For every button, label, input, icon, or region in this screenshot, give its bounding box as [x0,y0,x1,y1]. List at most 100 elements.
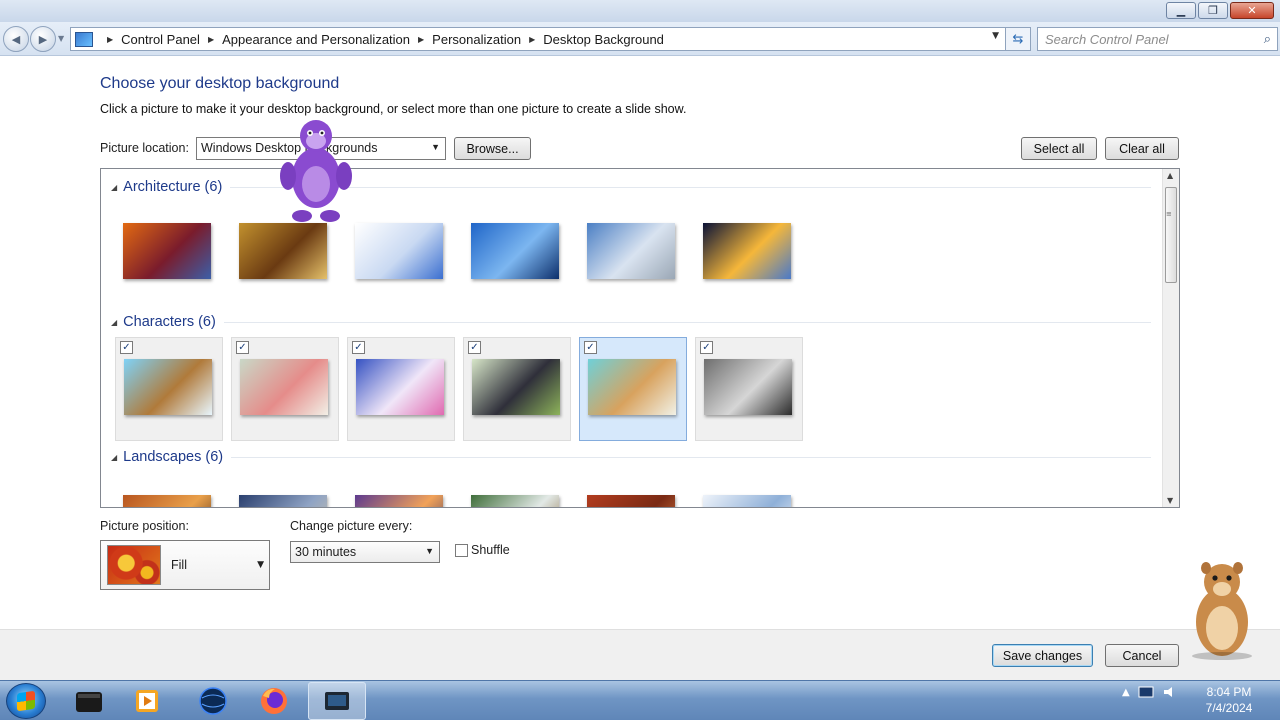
wallpaper-thumbnail [587,223,675,279]
wallpaper-tile[interactable] [231,217,339,321]
wallpaper-tile[interactable] [231,489,339,507]
wallpaper-tile[interactable] [695,489,803,507]
clear-all-button[interactable]: Clear all [1105,137,1179,160]
chevron-right-icon[interactable]: ▶ [107,35,113,44]
black-box-app-icon [76,692,102,712]
collapse-triangle-icon[interactable]: ◢ [111,318,117,327]
wallpaper-tile[interactable]: ✓ [231,337,339,441]
globe-icon [199,687,227,715]
wallpaper-tile[interactable] [115,217,223,321]
taskbar-app-media[interactable] [118,682,176,720]
chevron-down-icon: ▼ [257,560,264,570]
search-icon[interactable]: ⌕ [1264,32,1271,47]
forward-arrow-icon: ▶ [38,32,48,46]
wallpaper-tile[interactable]: ✓ [115,337,223,441]
volume-icon[interactable] [1162,685,1178,699]
group-title: Characters (6) [123,314,216,330]
tile-checkbox[interactable]: ✓ [120,341,133,354]
system-tray: ▲ [1122,685,1178,699]
wallpaper-tile[interactable] [463,217,571,321]
tile-checkbox[interactable]: ✓ [584,341,597,354]
breadcrumb-personalization[interactable]: Personalization [432,32,521,47]
picture-position-select[interactable]: Fill ▼ [100,540,270,590]
collapse-triangle-icon[interactable]: ◢ [111,453,117,462]
start-button[interactable] [6,683,46,719]
wallpaper-tile[interactable]: ✓ [695,337,803,441]
taskbar-clock[interactable]: 8:04 PM 7/4/2024 [1190,684,1268,716]
wallpaper-thumbnail [355,223,443,279]
shuffle-checkbox[interactable] [455,544,468,557]
wallpaper-thumbnail [239,223,327,279]
minimize-button[interactable]: ▁ [1166,2,1196,19]
chevron-right-icon[interactable]: ▶ [529,35,535,44]
wallpaper-tile[interactable] [579,489,687,507]
wallpaper-thumbnail [472,359,560,415]
wallpaper-thumbnail [355,495,443,507]
wallpaper-tile[interactable] [579,217,687,321]
tile-checkbox[interactable]: ✓ [700,341,713,354]
wallpaper-tile[interactable]: ✓ [579,337,687,441]
breadcrumb-desktop-background[interactable]: Desktop Background [543,32,664,47]
restore-button[interactable]: ❐ [1198,2,1228,19]
change-interval-select[interactable]: 30 minutes ▼ [290,541,440,563]
save-changes-button[interactable]: Save changes [992,644,1093,667]
picture-gallery[interactable]: ◢ Architecture (6) ◢ Characters (6) ✓ ✓ ✓ ✓ ✓ ✓ ◢ L… [100,168,1180,508]
wallpaper-tile[interactable]: ✓ [347,337,455,441]
select-all-button[interactable]: Select all [1021,137,1097,160]
collapse-triangle-icon[interactable]: ◢ [111,183,117,192]
wallpaper-tile[interactable]: ✓ [463,337,571,441]
browse-button[interactable]: Browse... [454,137,531,160]
wallpaper-thumbnail [588,359,676,415]
scroll-up-icon[interactable]: ▲ [1167,171,1173,180]
chevron-right-icon[interactable]: ▶ [208,35,214,44]
wallpaper-tile[interactable] [115,489,223,507]
close-button[interactable]: ✕ [1230,2,1274,19]
windows-logo-icon [17,690,35,712]
page-description: Click a picture to make it your desktop … [100,102,687,116]
address-dropdown-icon[interactable]: ▼ [992,31,999,41]
refresh-button[interactable]: ⇆ [1005,27,1031,51]
search-input[interactable] [1045,28,1255,50]
wallpaper-thumbnail [124,359,212,415]
tile-checkbox[interactable]: ✓ [468,341,481,354]
taskbar-app-control-panel[interactable] [308,682,366,720]
wallpaper-thumbnail [471,495,559,507]
wallpaper-tile[interactable] [347,217,455,321]
media-player-icon [136,690,158,712]
recent-pages-icon[interactable]: ▼ [58,34,64,43]
cancel-button[interactable]: Cancel [1105,644,1179,667]
purple-gorilla-mascot [280,120,352,222]
picture-position-label: Picture position: [100,519,189,533]
group-header[interactable]: ◢ Characters (6) [111,314,1151,330]
wallpaper-tile[interactable] [347,489,455,507]
chevron-right-icon[interactable]: ▶ [418,35,424,44]
control-panel-icon [75,31,93,47]
group-title: Landscapes (6) [123,449,224,465]
taskbar-app-terminal[interactable] [60,682,118,720]
wallpaper-thumbnail [703,223,791,279]
tile-checkbox[interactable]: ✓ [236,341,249,354]
taskbar-app-firefox[interactable] [245,682,303,720]
network-icon[interactable] [1138,685,1154,699]
hamster-mascot [1192,562,1252,660]
wallpaper-tile[interactable] [463,489,571,507]
wallpaper-thumbnail [471,223,559,279]
wallpaper-tile[interactable] [695,217,803,321]
breadcrumb-control-panel[interactable]: Control Panel [121,32,200,47]
shuffle-label[interactable]: Shuffle [471,543,510,557]
address-bar[interactable]: ▶ Control Panel ▶ Appearance and Persona… [70,27,1006,51]
control-panel-icon [325,692,349,710]
breadcrumb-appearance[interactable]: Appearance and Personalization [222,32,410,47]
group-header[interactable]: ◢ Architecture (6) [111,179,1151,195]
back-button[interactable]: ◀ [3,26,29,52]
wallpaper-thumbnail [703,495,791,507]
vertical-scrollbar[interactable]: ▲ ≡ ▼ [1162,169,1179,507]
group-header[interactable]: ◢ Landscapes (6) [111,449,1151,465]
show-hidden-icons-icon[interactable]: ▲ [1122,687,1130,698]
dialog-footer: Save changes Cancel [0,629,1280,680]
taskbar-app-globe[interactable] [184,682,242,720]
scroll-down-icon[interactable]: ▼ [1167,496,1173,505]
scrollbar-thumb[interactable] [1165,187,1177,283]
tile-checkbox[interactable]: ✓ [352,341,365,354]
forward-button[interactable]: ▶ [30,26,56,52]
